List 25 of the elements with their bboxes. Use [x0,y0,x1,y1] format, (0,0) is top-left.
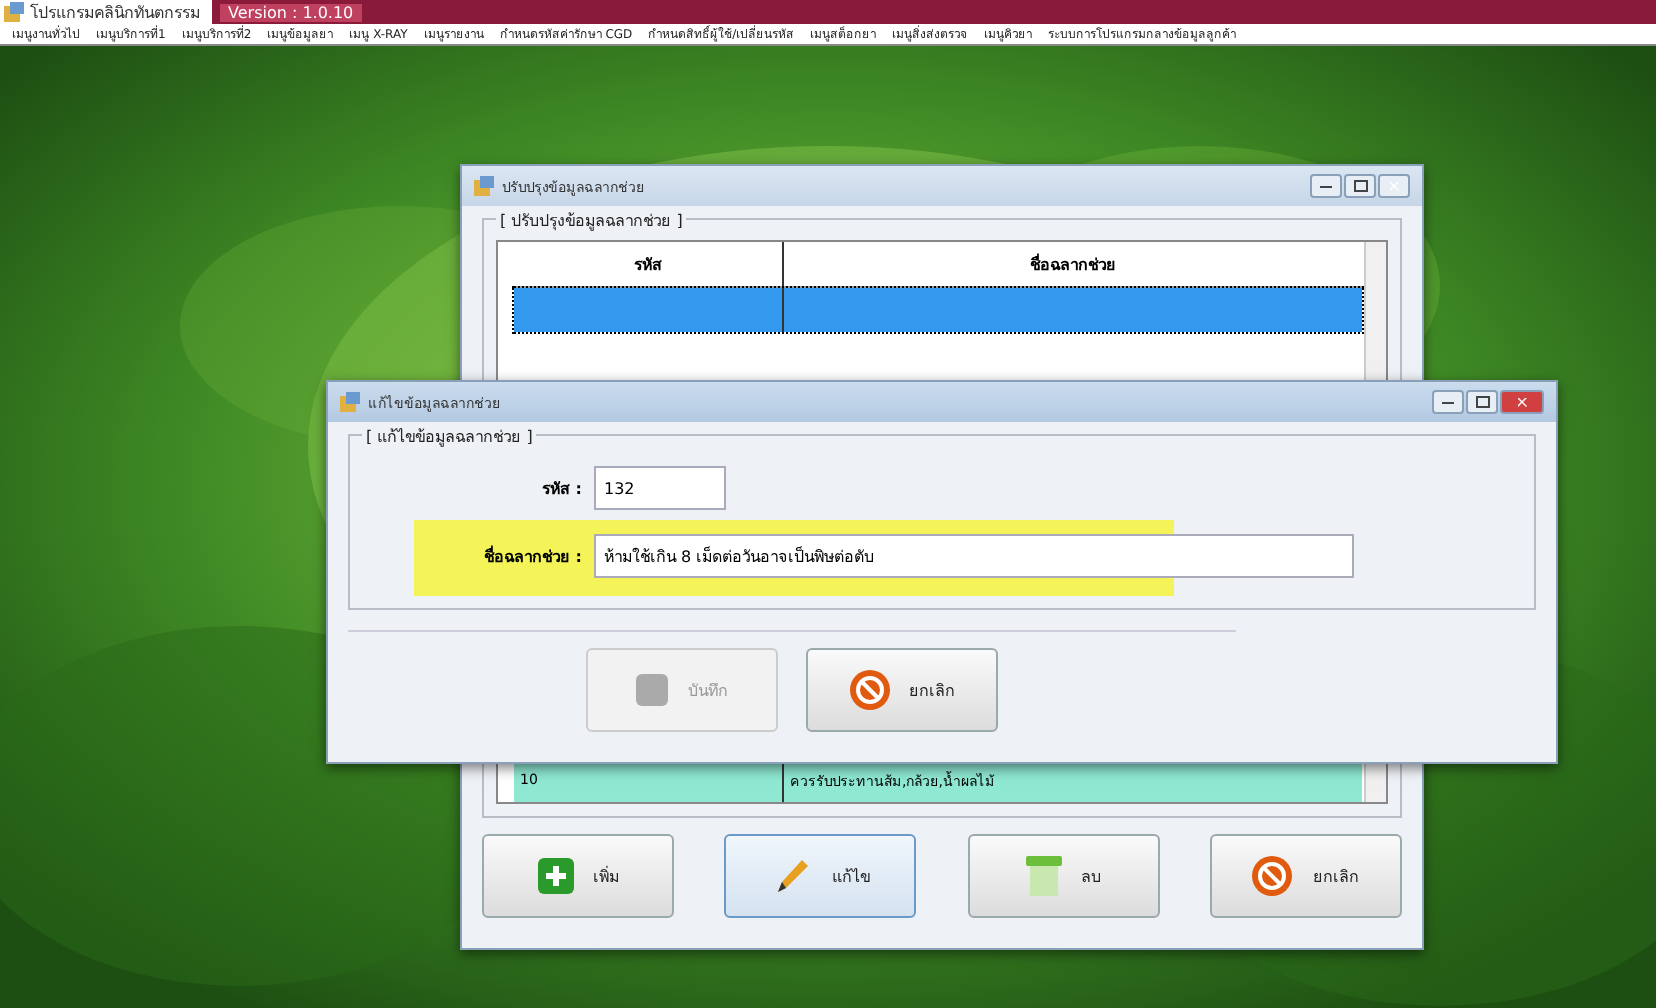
group-title: [ ปรับปรุงข้อมูลฉลากช่วย ] [496,208,687,234]
app-icon [474,176,494,196]
group-title: [ แก้ไขข้อมูลฉลากช่วย ] [362,424,537,450]
maximize-button[interactable] [1344,174,1376,198]
minimize-button[interactable] [1432,390,1464,414]
cancel-icon [849,670,889,710]
add-button[interactable]: เพิ่ม [482,834,674,918]
delete-button[interactable]: ลบ [967,834,1160,918]
maximize-button[interactable] [1466,390,1498,414]
field-label: รหัส : [540,477,582,501]
cancel-button[interactable]: ยกเลิก [806,648,998,732]
version-label: Version : 1.0.10 [220,3,362,21]
cancel-icon [1252,856,1293,896]
app-icon [4,2,24,22]
column-header: ชื่อฉลากช่วย [1028,251,1118,277]
plus-icon [537,858,573,894]
app-icon [340,392,360,412]
app-title: โปรแกรมคลินิกทันตกรรม [30,1,200,25]
minimize-button[interactable] [1310,174,1342,198]
edit-button[interactable]: แก้ไข [724,834,917,918]
input-field[interactable]: ห้ามใช้เกิน 8 เม็ดต่อวันอาจเป็นพิษต่อตับ [594,534,1354,578]
cancel-button[interactable]: ยกเลิก [1209,834,1402,918]
field-label: ชื่อฉลากช่วย : [482,543,582,569]
trash-icon [1025,856,1062,896]
input-field[interactable]: 132 [594,466,726,510]
